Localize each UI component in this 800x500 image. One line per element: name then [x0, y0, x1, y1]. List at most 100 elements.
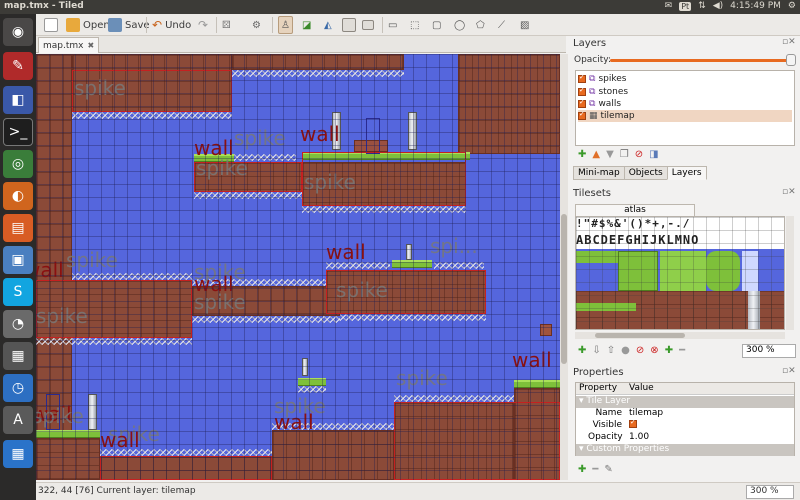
- group-tile-layer[interactable]: ▾ Tile Layer: [576, 396, 794, 408]
- property-value[interactable]: 1.00: [626, 432, 794, 444]
- layer-row-walls[interactable]: ⧉ walls: [578, 98, 792, 110]
- layer-row-tilemap[interactable]: ▦ tilemap: [578, 110, 792, 122]
- wang-tool-button[interactable]: ⚙: [250, 16, 263, 34]
- property-row-visible[interactable]: Visible: [576, 418, 794, 432]
- tileset-zoom-select[interactable]: 300 %: [742, 344, 796, 358]
- wall-object-label[interactable]: wall: [300, 124, 340, 144]
- spike-object-label[interactable]: spike: [336, 280, 388, 300]
- remove-tiles-icon[interactable]: ━: [679, 345, 685, 356]
- clock[interactable]: 4:15:49 PM: [730, 1, 781, 11]
- layer-row-spikes[interactable]: ⧉ spikes: [578, 73, 792, 85]
- rename-property-icon[interactable]: ✎: [604, 464, 612, 475]
- pinta-icon[interactable]: ✎: [3, 52, 33, 80]
- stone-object-outline[interactable]: [366, 118, 380, 154]
- remove-tileset-icon[interactable]: ⊘: [636, 345, 644, 356]
- document-tab[interactable]: map.tmx ✖: [38, 37, 100, 53]
- map-zoom-select[interactable]: 300 %: [746, 485, 794, 499]
- visibility-checkbox[interactable]: [578, 86, 586, 96]
- panel-float-close-buttons[interactable]: ▫✕: [782, 187, 796, 197]
- spike-object-label[interactable]: spike: [196, 158, 248, 178]
- opacity-slider[interactable]: [610, 59, 790, 62]
- screenshot-icon[interactable]: ◔: [3, 310, 33, 338]
- spike-object-label[interactable]: spike: [396, 368, 448, 388]
- bucket-fill-button[interactable]: ◭: [322, 16, 334, 34]
- spike-object-label[interactable]: spike: [36, 306, 88, 326]
- remote-desktop-icon[interactable]: ◧: [3, 86, 33, 114]
- update-manager-icon[interactable]: A: [3, 406, 33, 434]
- visibility-checkbox[interactable]: [578, 73, 586, 83]
- tileset-vertical-scrollbar[interactable]: [786, 216, 794, 330]
- wall-object-label[interactable]: wall: [36, 260, 64, 280]
- wall-object-label[interactable]: wall: [274, 412, 314, 432]
- select-objects-button[interactable]: ▭: [386, 16, 399, 34]
- edit-polygons-button[interactable]: ⬚: [408, 16, 421, 34]
- dash-home-icon[interactable]: ◉: [3, 18, 33, 46]
- new-button[interactable]: [42, 16, 60, 34]
- group-custom-properties[interactable]: ▾ Custom Properties: [576, 444, 794, 456]
- spike-object-label[interactable]: spi...: [430, 236, 478, 256]
- tab-mini-map[interactable]: Mini-map: [573, 166, 625, 180]
- tiled-icon[interactable]: ▦: [3, 440, 33, 468]
- property-value[interactable]: tilemap: [626, 408, 794, 420]
- wall-object-outline[interactable]: [100, 456, 272, 480]
- insert-polyline-button[interactable]: ⟋: [496, 16, 507, 34]
- export-tileset-icon[interactable]: ⇧: [607, 345, 615, 356]
- firefox-icon[interactable]: ◐: [3, 182, 33, 210]
- power-gear-icon[interactable]: ⚙: [788, 1, 796, 11]
- tileset-tab-atlas[interactable]: atlas: [575, 204, 695, 216]
- files-icon[interactable]: ▤: [3, 214, 33, 242]
- spike-object-label[interactable]: spike: [36, 406, 84, 426]
- tileset-horizontal-scrollbar[interactable]: [575, 332, 785, 339]
- skype-icon[interactable]: S: [3, 278, 33, 306]
- scrollbar-thumb[interactable]: [595, 333, 685, 338]
- save-button[interactable]: Save: [106, 16, 152, 34]
- tab-objects[interactable]: Objects: [623, 166, 668, 180]
- wall-object-outline[interactable]: [394, 402, 560, 480]
- tileset-atlas-view[interactable]: !"#$%&'()*+,-./ ABCDEFGHIJKLMNO: [575, 216, 785, 330]
- time-sync-icon[interactable]: ◷: [3, 374, 33, 402]
- visibility-checkbox[interactable]: [578, 98, 586, 108]
- close-tab-icon[interactable]: ✖: [87, 41, 94, 50]
- wall-object-label[interactable]: wall: [100, 430, 140, 450]
- lower-layer-icon[interactable]: ▼: [606, 149, 614, 160]
- remove-property-icon[interactable]: ━: [592, 464, 598, 475]
- add-property-icon[interactable]: ✚: [578, 464, 586, 475]
- duplicate-layer-icon[interactable]: ❐: [620, 149, 629, 160]
- mail-icon[interactable]: ✉: [665, 1, 673, 11]
- spike-object-label[interactable]: spike: [194, 292, 246, 312]
- random-mode-button[interactable]: ⚄: [220, 16, 233, 34]
- redo-button[interactable]: ↷: [196, 16, 210, 34]
- terminal-icon[interactable]: >_: [3, 118, 33, 146]
- virtualbox-icon[interactable]: ▣: [3, 246, 33, 274]
- volume-icon[interactable]: ◀): [713, 1, 723, 11]
- delete-tile-icon[interactable]: ⊗: [650, 345, 658, 356]
- spike-object-label[interactable]: spike: [66, 250, 118, 270]
- toggle-other-layers-icon[interactable]: ◨: [649, 149, 658, 160]
- map-canvas[interactable]: spike spike wall wall spike spike wall s…: [36, 54, 560, 480]
- keyboard-layout-indicator[interactable]: Pt: [679, 1, 692, 11]
- layer-row-stones[interactable]: ⧉ stones: [578, 86, 792, 98]
- wall-object-label[interactable]: wall: [512, 350, 552, 370]
- property-value[interactable]: [626, 418, 794, 432]
- visibility-checkbox[interactable]: [578, 110, 586, 120]
- panel-float-close-buttons[interactable]: ▫✕: [782, 366, 796, 376]
- new-tileset-icon[interactable]: ✚: [578, 345, 586, 356]
- insert-polygon-button[interactable]: ⬠: [474, 16, 487, 34]
- open-button[interactable]: Open: [64, 16, 112, 34]
- spike-object-label[interactable]: spike: [234, 128, 286, 148]
- insert-ellipse-button[interactable]: ◯: [452, 16, 467, 34]
- insert-rectangle-button[interactable]: ▢: [430, 16, 443, 34]
- visible-checkbox[interactable]: [629, 418, 637, 428]
- undo-button[interactable]: ↶ Undo: [150, 16, 193, 34]
- add-tiles-icon[interactable]: ✚: [665, 345, 673, 356]
- property-row-opacity[interactable]: Opacity 1.00: [576, 432, 794, 444]
- wall-object-label[interactable]: wall: [194, 138, 234, 158]
- insert-tile-button[interactable]: ▨: [518, 16, 531, 34]
- import-tileset-icon[interactable]: ⇩: [592, 345, 600, 356]
- tab-layers[interactable]: Layers: [666, 166, 707, 180]
- remove-layer-icon[interactable]: ⊘: [635, 149, 643, 160]
- chrome-icon[interactable]: ◎: [3, 150, 33, 178]
- panel-float-close-buttons[interactable]: ▫✕: [782, 37, 796, 47]
- canvas-vertical-scrollbar[interactable]: [560, 54, 568, 480]
- terrain-brush-button[interactable]: ◪: [300, 16, 313, 34]
